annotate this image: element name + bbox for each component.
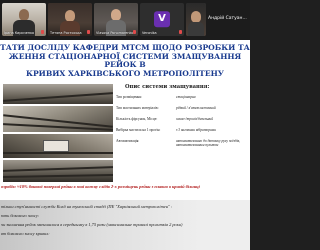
- rail-line: [3, 92, 113, 102]
- mic-muted-icon: [133, 30, 136, 34]
- mic-muted-icon: [179, 30, 182, 34]
- rail-line: [3, 166, 113, 172]
- shared-screen-slide: ТАТИ ДОСЛІДУ КАФЕДРИ МТСМ ЩОДО РОЗРОБКИ …: [0, 40, 250, 250]
- spec-value: оливо-/тросів/дизельний: [176, 117, 214, 121]
- mic-muted-icon: [41, 30, 44, 34]
- participant-tile-3[interactable]: Vlasova Ponomarenko: [94, 3, 138, 36]
- participant-tile-1[interactable]: Ірина Кириченко: [2, 3, 46, 36]
- lubricator-unit: [43, 140, 69, 152]
- spec-row: Автоматизація: автоматизовано до датчику…: [116, 139, 250, 159]
- spec-row: Тип мастильних матеріалів: рідкий / в'яз…: [116, 106, 250, 117]
- participant-name: Vlasova Ponomarenko: [96, 31, 134, 35]
- spec-key: Тип мастильних матеріалів:: [116, 106, 159, 110]
- rail-line: [3, 152, 113, 154]
- rail-photo-3: [3, 134, 113, 158]
- rail-photo-1: [3, 84, 113, 104]
- spec-key: Автоматизація:: [116, 139, 140, 143]
- participant-tile-5[interactable]: [186, 3, 206, 36]
- participant-tile-4[interactable]: V Veronika: [140, 3, 184, 36]
- participant-name: Ірина Кириченко: [4, 31, 35, 35]
- spec-row: Тип розміщення: стаціонарна: [116, 95, 250, 106]
- spec-key: Кількість фірсунок, Місце:: [116, 117, 158, 121]
- slide-title: ТАТИ ДОСЛІДУ КАФЕДРИ МТСМ ЩОДО РОЗРОБКИ …: [0, 43, 250, 78]
- slide-title-line: ЖЕННЯ СТАЦІОНАРНОЇ СИСТЕМИ ЗМАЩУВАННЯ РЕ…: [8, 51, 242, 70]
- system-description-heading: Опис системи змащування:: [125, 84, 210, 90]
- footer-text-line: вт бокового зносу кривих:: [1, 231, 50, 236]
- rail-photo-4: [3, 160, 113, 182]
- footer-text-line: ють бокового зносу:: [1, 213, 40, 218]
- slide-title-line: КРИВИХ ХАРКІВСЬКОГО МЕТРОПОЛІТЕНУ: [26, 68, 224, 78]
- spec-value: стаціонарна: [176, 95, 196, 99]
- mic-muted-icon: [87, 30, 90, 34]
- spec-value: з 3 ваговими вібраторами: [176, 128, 216, 132]
- footer-text-line: тільки ступ'ямності служби Колії на туне…: [1, 204, 173, 209]
- person-body: [188, 22, 204, 36]
- spec-row: Вибірка мастила на 1 прогін: з 3 ваговим…: [116, 128, 250, 139]
- participant-name: Тетяна Ростоська: [50, 31, 82, 35]
- photo-caption: озробів: ≈10% бокової поверхні рейки в з…: [1, 184, 200, 189]
- system-specs: Тип розміщення: стаціонарна Тип мастильн…: [116, 95, 250, 159]
- rail-line: [3, 174, 113, 178]
- spec-row: Кількість фірсунок, Місце: оливо-/тросів…: [116, 117, 250, 128]
- video-participants-bar: Ірина Кириченко Тетяна Ростоська Vlasova…: [0, 0, 250, 40]
- participant-avatar: V: [154, 10, 170, 27]
- footer-text-line: чи зношення рейок зменшилося в середньом…: [1, 222, 183, 227]
- spec-value: рідкий / в'язкопластичний: [176, 106, 216, 110]
- participant-tile-2[interactable]: Тетяна Ростоська: [48, 3, 92, 36]
- spec-key: Тип розміщення:: [116, 95, 142, 99]
- spec-key: Вибірка мастила на 1 прогін:: [116, 128, 161, 132]
- spec-value: автоматизовано до датчику руху поїздів, …: [176, 139, 241, 148]
- active-speaker-name: Андрій Сатуан...: [208, 16, 247, 21]
- participant-name: Veronika: [142, 31, 157, 35]
- rail-photo-2: [3, 106, 113, 132]
